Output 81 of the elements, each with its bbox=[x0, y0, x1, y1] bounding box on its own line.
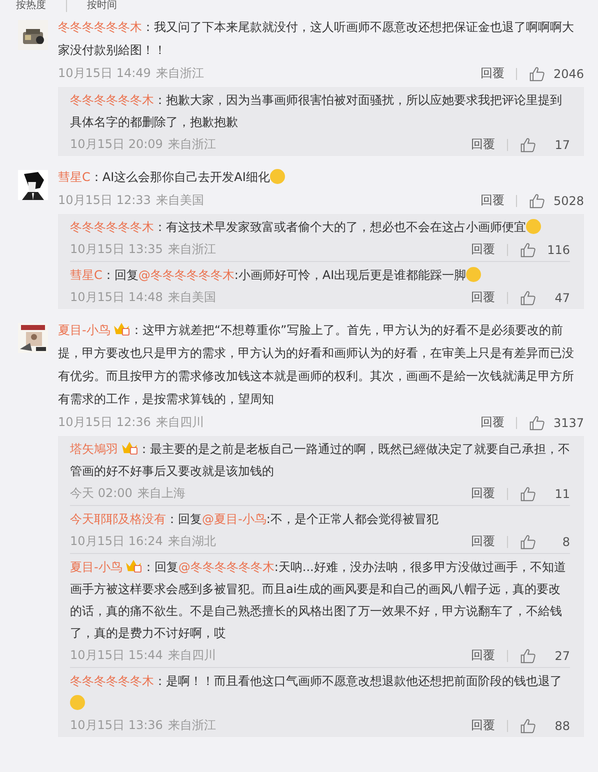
thumbs-up-icon[interactable] bbox=[520, 290, 536, 306]
like-count: 2046 bbox=[553, 66, 584, 80]
username-link[interactable]: 夏目-小鸟 bbox=[58, 323, 110, 337]
like-count: 47 bbox=[554, 290, 570, 304]
comment-text: 彗星C：AI这么会那你自己去开发AI细化 bbox=[58, 166, 584, 189]
reply-date: 10月15日 20:09 bbox=[70, 136, 163, 153]
reply-text: 冬冬冬冬冬冬木：是啊！！而且看他这口气画师不愿意改想退款他还想把前面阶段的钱也退了 bbox=[70, 670, 570, 714]
thumbs-up-icon[interactable] bbox=[520, 136, 536, 152]
comment-date: 10月15日 12:36 bbox=[58, 414, 151, 431]
comment-text: 冬冬冬冬冬冬木：我又问了下本来尾款就没付，这人听画师不愿意改还想把保证金也退了啊啊啊大家没付款别給图！！ bbox=[58, 19, 575, 59]
reply-location: 来自浙江 bbox=[168, 136, 216, 153]
reply-location: 来自浙江 bbox=[168, 717, 216, 734]
reply-location: 来自浙江 bbox=[168, 241, 216, 258]
like-count: 5028 bbox=[553, 194, 584, 208]
like-count: 17 bbox=[554, 138, 570, 152]
reply-date: 今天 02:00 bbox=[70, 485, 132, 502]
comment-date: 10月15日 14:49 bbox=[58, 65, 151, 82]
like-count: 8 bbox=[561, 534, 570, 548]
reply-location: 来自上海 bbox=[137, 485, 186, 502]
username-link[interactable]: 塔矢鳩羽 bbox=[70, 442, 118, 456]
username-link[interactable]: 冬冬冬冬冬冬木 bbox=[70, 93, 154, 107]
like-count: 3137 bbox=[553, 416, 584, 430]
emoji-icon bbox=[466, 267, 482, 282]
comment-date: 10月15日 12:33 bbox=[58, 192, 151, 209]
username-link[interactable]: 冬冬冬冬冬冬木 bbox=[58, 20, 142, 34]
reply-link[interactable]: 回覆 bbox=[471, 485, 495, 502]
reply-link[interactable]: 回覆 bbox=[471, 717, 495, 734]
thumbs-up-icon[interactable] bbox=[520, 648, 536, 664]
thumbs-up-icon[interactable] bbox=[520, 534, 536, 550]
emoji-icon bbox=[526, 219, 541, 234]
reply-location: 来自美国 bbox=[168, 289, 216, 306]
crown-badge-icon bbox=[113, 322, 130, 336]
reply-link[interactable]: 回覆 bbox=[471, 647, 495, 664]
reply-text: 冬冬冬冬冬冬木：有这技术早发家致富或者偷个大的了，想必也不会在这占小画师便宜 bbox=[70, 216, 570, 238]
comment-text: 夏目-小鸟 ：这甲方就差把“不想尊重你”写脸上了。首先，甲方认为的好看不是必须要改的前提，甲方要改也只是甲方的需求，甲方认为的好看和画师认为的好看，在审美上只是有差异而已没有优劣。而且按甲方的需求修改加钱这本就是画师的权利。其次，画画不是給一次钱就满足甲方所有需求的工作，是按需求算钱的，望周知 bbox=[58, 321, 575, 408]
sort-tab[interactable]: 按时间 bbox=[87, 0, 117, 12]
crown-badge-icon bbox=[121, 441, 138, 455]
thumbs-up-icon[interactable] bbox=[520, 486, 536, 502]
thumbs-up-icon[interactable] bbox=[520, 718, 536, 734]
thumbs-up-icon[interactable] bbox=[529, 414, 546, 430]
reply-link[interactable]: 回覆 bbox=[480, 192, 504, 209]
comment-location: 来自美国 bbox=[156, 192, 204, 209]
reply-text: 今天耶耶及格没有：回复@夏目-小鸟:不，是个正常人都会觉得被冒犯 bbox=[70, 511, 440, 528]
thumbs-up-icon[interactable] bbox=[529, 192, 546, 208]
reply-date: 10月15日 13:36 bbox=[70, 717, 163, 734]
mention-link[interactable]: @冬冬冬冬冬冬木 bbox=[138, 268, 234, 282]
username-link[interactable]: 冬冬冬冬冬冬木 bbox=[70, 220, 154, 234]
reply-date: 10月15日 16:24 bbox=[70, 533, 163, 550]
like-count: 116 bbox=[546, 242, 570, 256]
reply-date: 10月15日 13:35 bbox=[70, 241, 163, 258]
like-count: 88 bbox=[554, 718, 570, 732]
reply-link[interactable]: 回覆 bbox=[471, 533, 495, 550]
reply-link[interactable]: 回覆 bbox=[480, 65, 504, 82]
like-count: 11 bbox=[554, 486, 570, 500]
crown-badge-icon bbox=[125, 559, 142, 573]
reply-link[interactable]: 回覆 bbox=[471, 241, 495, 258]
mention-link[interactable]: @夏目-小鸟 bbox=[202, 512, 266, 526]
reply-link[interactable]: 回覆 bbox=[480, 414, 504, 431]
emoji-icon bbox=[70, 695, 85, 710]
username-link[interactable]: 夏目-小鸟 bbox=[70, 560, 122, 574]
username-link[interactable]: 冬冬冬冬冬冬木 bbox=[70, 674, 154, 688]
thumbs-up-icon[interactable] bbox=[529, 66, 546, 82]
reply-date: 10月15日 15:44 bbox=[70, 647, 163, 664]
thumbs-up-icon[interactable] bbox=[520, 242, 536, 258]
reply-location: 来自四川 bbox=[168, 647, 216, 664]
reply-text: 彗星C：回复@冬冬冬冬冬冬木:小画师好可怜，AI出现后更是谁都能踩一脚 bbox=[70, 264, 570, 286]
reply-location: 来自湖北 bbox=[168, 533, 216, 550]
comment-location: 来自浙江 bbox=[156, 65, 204, 82]
comment-location: 来自四川 bbox=[156, 414, 204, 431]
reply-link[interactable]: 回覆 bbox=[471, 289, 495, 306]
reply-date: 10月15日 14:48 bbox=[70, 289, 163, 306]
mention-link[interactable]: @冬冬冬冬冬冬木 bbox=[178, 560, 274, 574]
username-link[interactable]: 彗星C bbox=[70, 268, 102, 282]
emoji-icon bbox=[270, 169, 285, 184]
username-link[interactable]: 今天耶耶及格没有 bbox=[70, 512, 166, 526]
reply-text: 冬冬冬冬冬冬木：抱歉大家，因为当事画师很害怕被对面骚扰，所以应她要求我把评论里提到具体名字的都删除了，抱歉抱歉 bbox=[70, 92, 563, 131]
reply-text: 夏目-小鸟 ：回复@冬冬冬冬冬冬木:天呐...好难，没办法呐，很多甲方没做过画手，不知道画手方被这样要求会感到多被冒犯。而且ai生成的画风要是和自己的画风八帽子远，真的要改的话，真的痛不欲生。不是自己熟悉擅长的风格出图了万一效果不好，甲方说翻车了，不給钱了，真的是费力不讨好啊，哎 bbox=[70, 558, 567, 642]
username-link[interactable]: 彗星C bbox=[58, 170, 90, 184]
like-count: 27 bbox=[554, 648, 570, 662]
reply-text: 塔矢鳩羽 ：最主要的是之前是老板自己一路通过的啊，既然已經做决定了就要自己承担，不管画的好不好事后又要改就是该加钱的 bbox=[70, 440, 570, 480]
reply-link[interactable]: 回覆 bbox=[471, 136, 495, 153]
